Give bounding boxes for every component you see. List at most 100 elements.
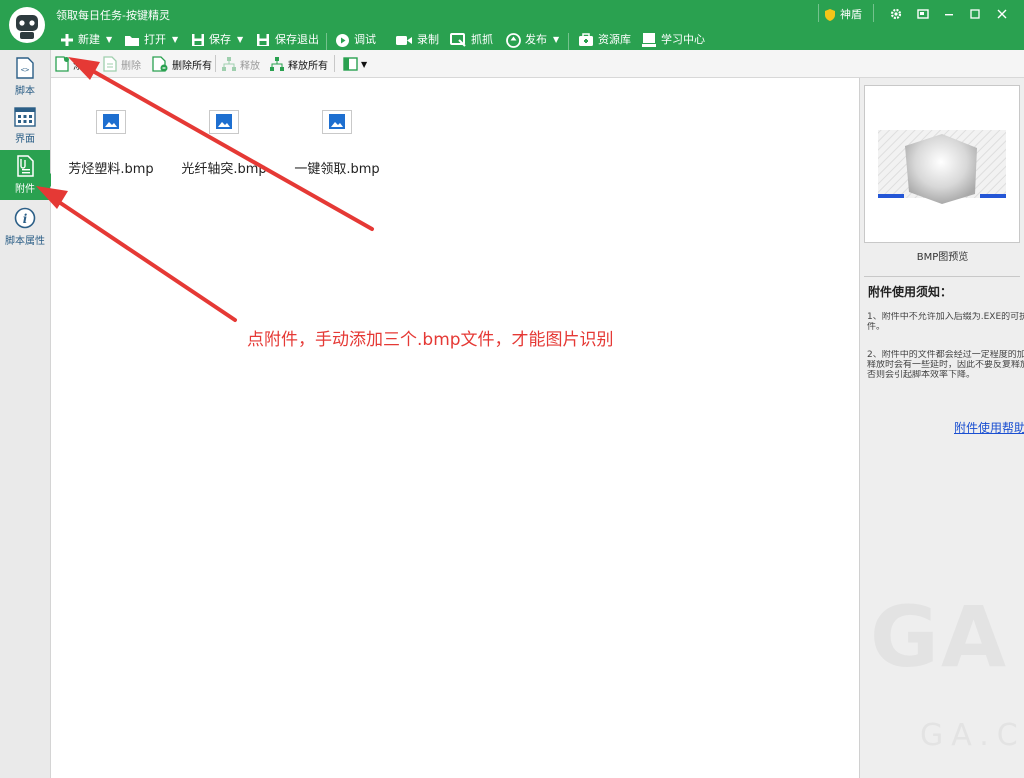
toolbar-divider xyxy=(334,55,335,72)
chevron-down-icon[interactable]: ▼ xyxy=(553,30,559,50)
sidebar-item-layout[interactable]: 界面 xyxy=(0,102,50,152)
delete-file-icon xyxy=(103,56,117,72)
view-layout-icon xyxy=(343,57,358,71)
chevron-down-icon[interactable]: ▼ xyxy=(172,30,178,50)
notice-text: 1、附件中不允许加入后缀为.EXE的可执 xyxy=(867,312,1024,322)
image-file-icon xyxy=(322,110,352,134)
preview-image xyxy=(878,130,1006,204)
notice-text: 释放时会有一些延时，因此不要反复释放 xyxy=(867,360,1024,370)
attachment-file-item[interactable]: 芳烃塑料.bmp xyxy=(51,108,171,178)
attachment-file-item[interactable]: 一键领取.bmp xyxy=(277,108,397,178)
release-label: 释放 xyxy=(240,60,260,72)
sidebar-item-label: 附件 xyxy=(15,184,35,195)
save-button[interactable]: 保存 ▼ xyxy=(191,30,243,50)
window-title: 领取每日任务-按键精灵 xyxy=(56,9,170,22)
attachment-help-link[interactable]: 附件使用帮助 xyxy=(954,419,1024,436)
panel-divider xyxy=(864,276,1020,277)
screen-grab-icon xyxy=(450,32,466,47)
app-logo-icon xyxy=(9,7,45,43)
attachment-file-name: 光纤轴突.bmp xyxy=(181,162,267,177)
gear-icon xyxy=(890,8,902,20)
debug-label: 调试 xyxy=(354,33,376,46)
annotation-note: 点附件，手动添加三个.bmp文件，才能图片识别 xyxy=(247,330,614,350)
open-label: 打开 xyxy=(144,33,166,46)
attachment-list: 芳烃塑料.bmp 光纤轴突.bmp 一键领取.bmp xyxy=(51,78,859,778)
notice-text: 件。 xyxy=(867,322,886,332)
release-tree-icon xyxy=(222,57,236,71)
video-camera-icon xyxy=(396,35,412,45)
close-button[interactable] xyxy=(992,4,1012,24)
view-mode-button[interactable]: ▼ xyxy=(343,54,367,74)
watermark: GA xyxy=(870,588,1008,686)
script-icon: <> xyxy=(16,57,34,79)
add-attachment-button[interactable]: 添加 xyxy=(55,54,93,74)
attachment-file-name: 芳烃塑料.bmp xyxy=(68,162,154,177)
learn-center-label: 学习中心 xyxy=(661,33,705,46)
record-label: 录制 xyxy=(417,33,439,46)
bmp-preview xyxy=(864,85,1020,243)
sidebar-item-script[interactable]: <> 脚本 xyxy=(0,52,50,102)
settings-button[interactable] xyxy=(886,4,906,24)
sidebar-item-attachments[interactable]: 附件 xyxy=(0,150,50,200)
toolbar-divider xyxy=(326,33,327,51)
publish-icon xyxy=(506,32,521,48)
grab-button[interactable]: 抓抓 xyxy=(450,30,493,50)
delete-all-icon xyxy=(152,56,168,72)
record-button[interactable]: 录制 xyxy=(395,30,439,50)
debug-button[interactable]: 调试 xyxy=(335,30,376,50)
sidebar-item-label: 界面 xyxy=(15,134,35,145)
layout-grid-icon xyxy=(14,107,36,127)
titlebar-divider xyxy=(818,4,819,22)
resources-button[interactable]: 资源库 xyxy=(578,30,631,50)
new-label: 新建 xyxy=(78,33,100,46)
image-file-icon xyxy=(96,110,126,134)
learn-center-button[interactable]: 学习中心 xyxy=(641,30,705,50)
minimize-button[interactable] xyxy=(939,4,959,24)
svg-text:i: i xyxy=(23,212,28,226)
chevron-down-icon[interactable]: ▼ xyxy=(361,60,367,69)
resources-label: 资源库 xyxy=(598,33,631,46)
sidebar-item-script-properties[interactable]: i 脚本属性 xyxy=(0,202,50,252)
sidebar-item-label: 脚本 xyxy=(15,86,35,97)
title-toolbar: 领取每日任务-按键精灵 新建 ▼ 打开 ▼ 保存 ▼ 保存退出 调试 录制 抓抓… xyxy=(0,0,1024,51)
window-mode-icon xyxy=(917,9,929,19)
folder-icon xyxy=(125,35,139,46)
add-file-icon xyxy=(55,56,69,72)
chevron-down-icon[interactable]: ▼ xyxy=(237,30,243,50)
toolbox-icon xyxy=(579,33,593,46)
open-button[interactable]: 打开 ▼ xyxy=(124,30,178,50)
save-exit-label: 保存退出 xyxy=(275,33,319,46)
save-exit-button[interactable]: 保存退出 xyxy=(256,30,319,50)
delete-attachment-button[interactable]: 删除 xyxy=(103,54,141,74)
image-file-icon xyxy=(209,110,239,134)
shield-button[interactable]: 神盾 xyxy=(824,4,862,24)
save-label: 保存 xyxy=(209,33,231,46)
preview-caption: BMP图预览 xyxy=(916,252,969,263)
maximize-icon xyxy=(970,9,980,19)
plus-icon xyxy=(61,34,73,46)
attachment-file-item[interactable]: 光纤轴突.bmp xyxy=(164,108,284,178)
svg-text:<>: <> xyxy=(21,66,29,74)
info-icon: i xyxy=(14,207,36,229)
attachment-file-name: 一键领取.bmp xyxy=(294,162,380,177)
delete-all-button[interactable]: 删除所有 xyxy=(152,54,212,74)
release-button[interactable]: 释放 xyxy=(221,54,260,74)
skin-button[interactable] xyxy=(913,4,933,24)
grab-label: 抓抓 xyxy=(471,33,493,46)
sidebar-item-label: 脚本属性 xyxy=(5,236,45,247)
save-exit-icon xyxy=(257,34,269,46)
release-all-button[interactable]: 释放所有 xyxy=(269,54,328,74)
toolbar-divider xyxy=(568,33,569,51)
chevron-down-icon[interactable]: ▼ xyxy=(106,30,112,50)
play-circle-icon xyxy=(336,33,349,47)
release-all-icon xyxy=(270,57,284,71)
publish-button[interactable]: 发布 ▼ xyxy=(506,30,559,50)
maximize-button[interactable] xyxy=(965,4,985,24)
toolbar-divider xyxy=(215,55,216,72)
notice-title: 附件使用须知： xyxy=(868,285,953,299)
delete-all-label: 删除所有 xyxy=(172,60,212,72)
new-button[interactable]: 新建 ▼ xyxy=(60,30,112,50)
floppy-disk-icon xyxy=(192,34,204,46)
minimize-icon xyxy=(945,14,953,16)
release-all-label: 释放所有 xyxy=(288,60,328,72)
